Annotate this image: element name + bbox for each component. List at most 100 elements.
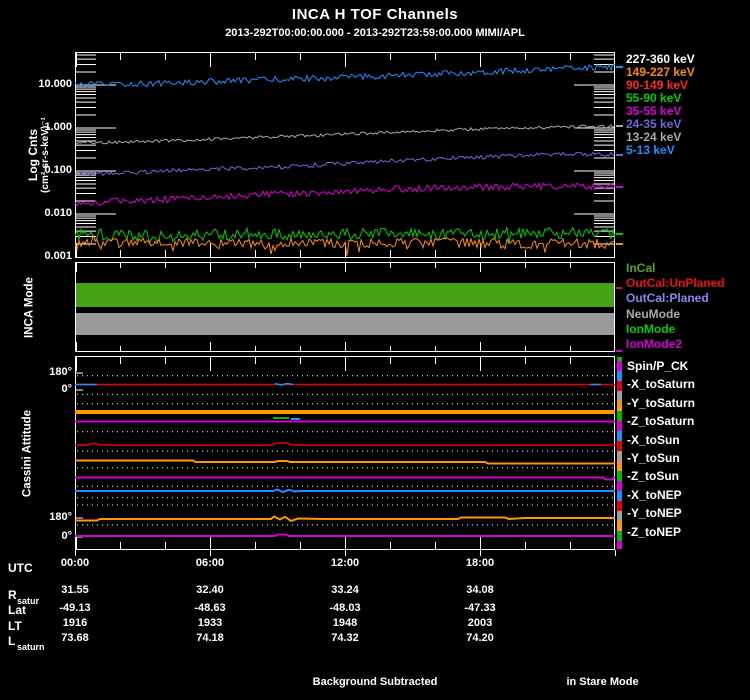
utc-tick-value: 00:00: [60, 557, 90, 569]
attitude-legend-item: -X_toSaturn: [627, 377, 696, 392]
axis-bottom-tick: [480, 550, 481, 556]
mode-legend-item: OutCal:Planed: [626, 291, 709, 306]
attitude-legend-item: -Y_toSaturn: [627, 395, 696, 410]
axis-bottom-tick: [615, 550, 616, 556]
footer-note-right: in Stare Mode: [566, 676, 639, 688]
ephemeris-value: 74.32: [331, 632, 359, 644]
attitude-legend-item: -Y_toNEP: [627, 506, 682, 521]
spin-strip-segment: [617, 481, 622, 491]
ephemeris-value: 1948: [332, 617, 358, 629]
page-title: INCA H TOF Channels: [291, 6, 459, 23]
spin-strip-segment: [617, 451, 622, 461]
ephemeris-row-label: LT: [8, 619, 22, 633]
mode-legend-item: InCal: [626, 261, 656, 275]
attitude-legend-item: -Z_toSun: [627, 469, 679, 484]
spin-strip-segment: [617, 531, 622, 541]
attitude-ytick-label: 0°: [61, 383, 72, 395]
ephemeris-value: 32.40: [196, 584, 224, 596]
ephemeris-value: 2003: [467, 617, 493, 629]
axis-bottom-tick: [75, 550, 76, 556]
tof-series-24-35-keV: [75, 151, 615, 177]
ephemeris-value: 1916: [62, 617, 88, 629]
attitude-plot: [75, 356, 615, 550]
tof-end-tick: [616, 186, 623, 188]
spin-strip-segment: [617, 541, 622, 549]
ephemeris-value: 73.68: [61, 632, 89, 644]
attitude-line--z-tonep: [75, 533, 615, 537]
tof-plot: [75, 52, 615, 258]
mode-legend: InCal OutCal:UnPlaned OutCal:Planed NeuMode…: [626, 261, 725, 352]
attitude-line--x-tonep: [75, 488, 615, 494]
attitude-line--y-tosun: [75, 459, 615, 465]
spin-strip-segment: [617, 361, 622, 371]
attitude-legend-item: -Y_toSun: [627, 451, 680, 466]
footer-note-left: Background Subtracted: [312, 676, 438, 688]
attitude-line--z-tosun: [75, 476, 615, 481]
spin-strip-segment: [617, 381, 622, 391]
tof-legend: 227-360 keV 149-227 keV 90-149 keV 55-90 ke…: [626, 53, 695, 157]
utc-tick-value: 06:00: [195, 557, 225, 569]
tof-end-tick: [616, 233, 623, 235]
ephemeris-value: 31.55: [61, 584, 89, 596]
attitude-line--y-tonep: [75, 515, 615, 523]
ephemeris-value: 1933: [197, 617, 223, 629]
ephemeris-value: 34.08: [466, 584, 494, 596]
utc-tick-value: 12:00: [330, 557, 360, 569]
mode-edge-tick: [616, 287, 622, 289]
mode-plot: [75, 262, 615, 352]
mode-legend-item: IonMode2: [626, 337, 682, 352]
attitude-ylabel: Cassini Attitude: [21, 409, 34, 498]
spin-strip-segment: [617, 491, 622, 501]
axis-bottom-tick: [345, 550, 346, 556]
mode-legend-item: OutCal:UnPlaned: [626, 276, 725, 291]
spin-strip-segment: [617, 411, 622, 421]
mode-legend-item: IonMode: [626, 321, 676, 336]
ephemeris-value: 33.24: [331, 584, 359, 596]
utc-axis-label: UTC: [8, 561, 33, 575]
attitude-legend-item: Spin/P_CK: [627, 359, 689, 373]
ephemeris-row-label: R: [8, 588, 17, 602]
ephemeris-value: 74.18: [196, 632, 224, 644]
spin-strip-segment: [617, 401, 622, 411]
attitude-ytick-label: 180°: [49, 511, 72, 523]
spin-strip-segment: [617, 391, 622, 401]
spin-strip-segment: [617, 431, 622, 441]
tof-end-tick: [616, 125, 623, 127]
mode-legend-item: NeuMode: [626, 306, 680, 321]
ephemeris-value: -49.13: [59, 602, 91, 614]
ephemeris-value: 74.20: [466, 632, 494, 644]
ephemeris-value: -48.63: [194, 602, 226, 614]
tof-end-tick: [616, 154, 623, 156]
tof-ytick-label: 1.000: [44, 121, 72, 133]
mode-edge-tick: [616, 350, 622, 352]
attitude-legend-item: -Z_toNEP: [627, 524, 681, 539]
utc-tick-value: 18:00: [465, 557, 495, 569]
spin-strip-segment: [617, 441, 622, 451]
attitude-ytick-label: 0°: [61, 530, 72, 542]
ephemeris-row-label: L: [8, 634, 16, 648]
green-mode-band: [76, 283, 614, 307]
spin-strip-segment: [617, 471, 622, 481]
attitude-legend: Spin/P_CK -X_toSaturn -Y_toSaturn -Z_toSatu…: [627, 357, 695, 541]
tof-end-tick: [616, 243, 623, 245]
spin-strip-segment: [617, 511, 622, 521]
attitude-line--x-tosaturn: [274, 382, 294, 386]
inca-tof-screen: INCA H TOF Channels 2013-292T00:00:00.00…: [0, 0, 750, 700]
spin-strip-segment: [617, 421, 622, 431]
ephemeris-value: -47.33: [464, 602, 496, 614]
tof-end-tick: [616, 66, 623, 68]
tof-ytick-label: 0.100: [44, 164, 72, 176]
ephemeris-value: -48.03: [329, 602, 361, 614]
attitude-ytick-label: 180°: [49, 366, 72, 378]
axis-bottom-tick: [210, 550, 211, 556]
ephemeris-row-label: Lat: [8, 603, 26, 617]
mode-ylabel: INCA Mode: [23, 277, 36, 338]
spin-strip-segment: [617, 371, 622, 381]
tof-series-13-24-keV: [75, 124, 615, 145]
tof-series-5-13-keV: [75, 63, 615, 89]
attitude-line--x-tosun: [75, 442, 615, 446]
neutral-mode-band: [76, 313, 614, 335]
page-subtitle: 2013-292T00:00:00.000 - 2013-292T23:59:0…: [225, 27, 525, 39]
attitude-legend-item: -X_toNEP: [627, 487, 682, 502]
tof-ytick-label: 0.010: [44, 207, 72, 219]
